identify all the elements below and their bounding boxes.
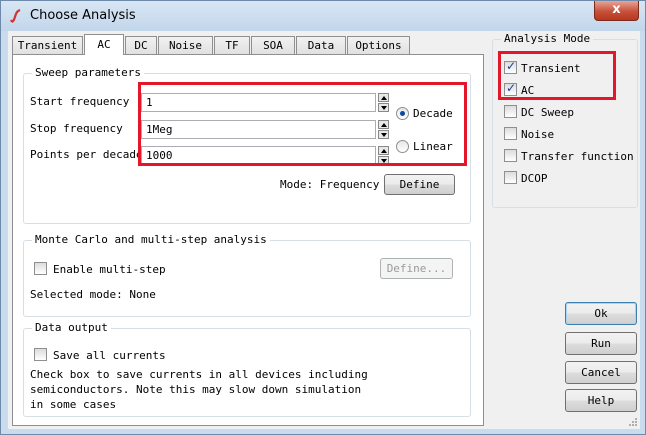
transient-mode-checkbox[interactable] (504, 59, 517, 74)
points-per-decade-spinner[interactable] (378, 146, 389, 165)
tab-noise[interactable]: Noise (158, 36, 213, 54)
tab-tf[interactable]: TF (214, 36, 250, 54)
noise-mode-checkbox[interactable] (504, 127, 517, 140)
analysis-mode-group: Analysis Mode Transient AC DC Sweep Nois… (492, 32, 638, 208)
points-per-decade-input[interactable] (141, 146, 376, 165)
ok-button[interactable]: Ok (565, 302, 637, 325)
data-output-help-line-2: semiconductors. Note this may slow down … (30, 383, 362, 396)
noise-mode-label: Noise (521, 128, 555, 141)
sweep-parameters-group: Sweep parameters Start frequency Stop fr… (23, 66, 471, 224)
transient-mode-label: Transient (521, 62, 581, 75)
points-per-decade-label: Points per decade (30, 148, 140, 161)
dcop-mode-checkbox[interactable] (504, 171, 517, 184)
analysis-mode-legend: Analysis Mode (501, 32, 594, 45)
start-frequency-spinner[interactable] (378, 93, 389, 112)
data-output-group: Data output Save all currents Check box … (23, 321, 471, 417)
linear-label: Linear (413, 140, 453, 153)
start-frequency-label: Start frequency (30, 95, 130, 108)
window-title: Choose Analysis (30, 8, 136, 23)
choose-analysis-window: Choose Analysis x Transient AC DC Noise … (0, 0, 646, 435)
transfer-function-mode-checkbox[interactable] (504, 149, 517, 162)
linear-radio[interactable] (396, 140, 409, 153)
dc-sweep-mode-checkbox[interactable] (504, 105, 517, 118)
close-button[interactable]: x (594, 1, 639, 21)
mode-text: Mode: Frequency (280, 178, 380, 191)
title-bar[interactable]: Choose Analysis x (1, 1, 645, 31)
dcop-mode-label: DCOP (521, 172, 548, 185)
data-output-help-line-3: in some cases (30, 398, 117, 411)
data-output-legend: Data output (32, 321, 111, 334)
monte-carlo-legend: Monte Carlo and multi-step analysis (32, 233, 270, 246)
decade-label: Decade (413, 107, 453, 120)
start-frequency-input[interactable] (141, 93, 376, 112)
selected-mode-text: Selected mode: None (30, 288, 156, 301)
close-icon: x (612, 2, 621, 17)
tab-options[interactable]: Options (347, 36, 410, 54)
tab-soa[interactable]: SOA (251, 36, 295, 54)
stop-frequency-spinner[interactable] (378, 120, 389, 139)
ac-tab-panel: Sweep parameters Start frequency Stop fr… (12, 54, 484, 426)
spin-up-icon[interactable] (378, 120, 389, 129)
spin-down-icon[interactable] (378, 103, 389, 112)
define-button[interactable]: Define (384, 174, 455, 195)
tab-transient[interactable]: Transient (12, 36, 83, 54)
resize-grip-icon[interactable] (628, 417, 638, 427)
tab-ac[interactable]: AC (84, 34, 124, 55)
help-button[interactable]: Help (565, 389, 637, 412)
ac-mode-checkbox[interactable] (504, 81, 517, 96)
save-all-currents-checkbox[interactable] (34, 348, 47, 361)
enable-multistep-label: Enable multi-step (53, 263, 166, 276)
spin-down-icon[interactable] (378, 130, 389, 139)
data-output-help-line-1: Check box to save currents in all device… (30, 368, 368, 381)
enable-multistep-checkbox[interactable] (34, 262, 47, 275)
ac-mode-label: AC (521, 84, 535, 97)
run-button[interactable]: Run (565, 332, 637, 355)
app-logo-icon (10, 8, 21, 23)
tab-data[interactable]: Data (296, 36, 346, 54)
dialog-client-area: Transient AC DC Noise TF SOA Data Option… (8, 31, 640, 429)
spin-up-icon[interactable] (378, 146, 389, 155)
monte-carlo-group: Monte Carlo and multi-step analysis Enab… (23, 233, 471, 317)
spin-up-icon[interactable] (378, 93, 389, 102)
decade-radio[interactable] (396, 107, 409, 120)
dc-sweep-mode-label: DC Sweep (521, 106, 574, 119)
spin-down-icon[interactable] (378, 156, 389, 165)
sweep-parameters-legend: Sweep parameters (32, 66, 144, 79)
multistep-define-button[interactable]: Define... (380, 258, 453, 279)
save-all-currents-label: Save all currents (53, 349, 166, 362)
cancel-button[interactable]: Cancel (565, 361, 637, 384)
transfer-function-mode-label: Transfer function (521, 150, 634, 163)
tab-dc[interactable]: DC (125, 36, 157, 54)
stop-frequency-input[interactable] (141, 120, 376, 139)
stop-frequency-label: Stop frequency (30, 122, 123, 135)
